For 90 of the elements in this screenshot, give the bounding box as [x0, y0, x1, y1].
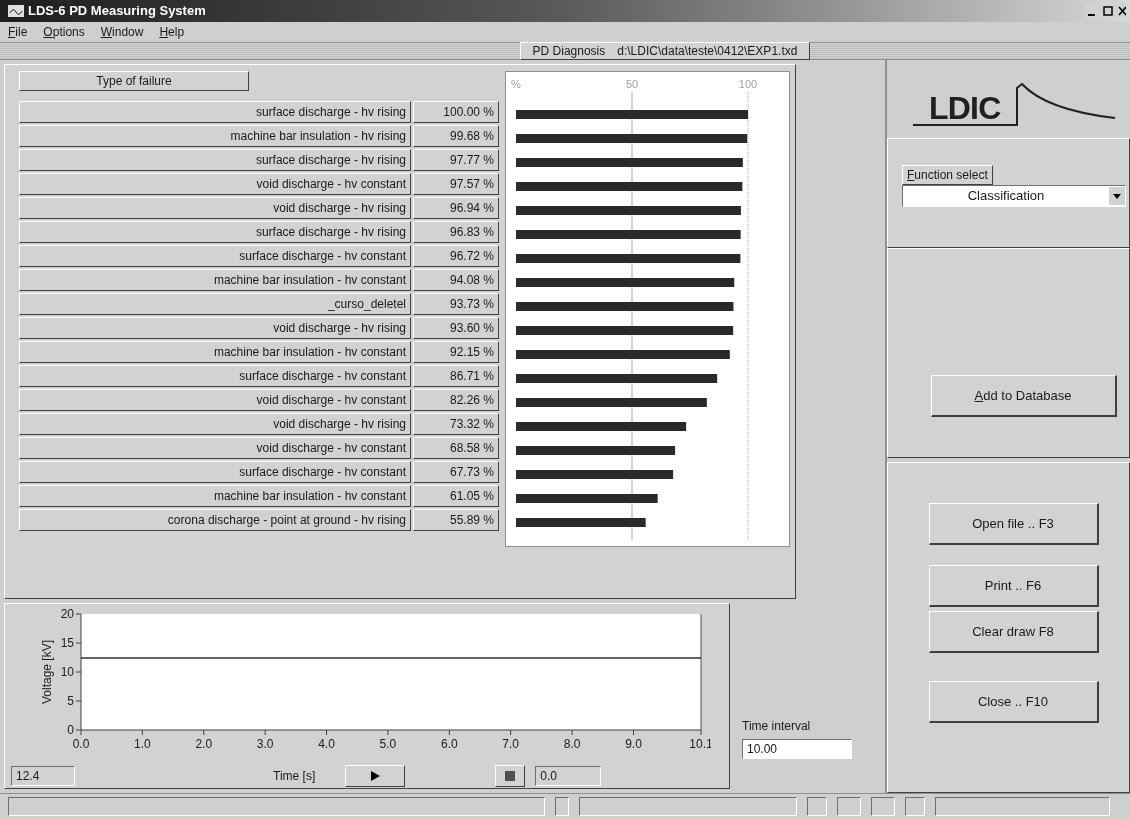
percent-cell: 55.89 % — [413, 509, 499, 531]
status-pane — [905, 797, 925, 816]
file-path: d:\LDIC\data\teste\0412\EXP1.txd — [617, 43, 798, 60]
tick-label: % — [511, 78, 521, 90]
failure-type-cell: void discharge - hv constant — [19, 173, 411, 195]
diagnosis-title: PD Diagnosis — [532, 43, 606, 60]
percent-cell: 93.73 % — [413, 293, 499, 315]
action-button[interactable]: Clear draw F8 — [928, 611, 1099, 653]
failure-type-cell: void discharge - hv rising — [19, 317, 411, 339]
percent-cell: 96.72 % — [413, 245, 499, 267]
add-database-button[interactable]: Add to Database — [930, 375, 1117, 417]
menu-item[interactable]: Options — [43, 23, 85, 41]
tick-label: 0.0 — [72, 737, 90, 751]
status-pane — [807, 797, 827, 816]
action-button[interactable]: Close .. F10 — [928, 681, 1099, 723]
failure-type-cell: machine bar insulation - hv constant — [19, 269, 411, 291]
tick-label: 9.0 — [625, 737, 642, 751]
failure-type-cell: void discharge - hv constant — [19, 437, 411, 459]
failure-type-cell: machine bar insulation - hv constant — [19, 341, 411, 363]
failure-type-cell: machine bar insulation - hv rising — [19, 125, 411, 147]
axis-label: Voltage [kV] — [40, 640, 54, 704]
decay-curve-icon — [1016, 82, 1117, 126]
action-button[interactable]: Print .. F6 — [928, 565, 1099, 607]
failure-type-cell: surface discharge - hv rising — [19, 101, 411, 123]
tick-label: 0 — [67, 723, 74, 737]
percent-cell: 92.15 % — [413, 341, 499, 363]
failure-type-cell: _curso_deletel — [19, 293, 411, 315]
failure-type-cell: surface discharge - hv constant — [19, 365, 411, 387]
tick-label: 6.0 — [440, 737, 458, 751]
tick-label: 7.0 — [502, 737, 520, 751]
percent-cell: 73.32 % — [413, 413, 499, 435]
tick-label: 1.0 — [134, 737, 151, 751]
column-header: Type of failure — [19, 71, 249, 91]
percent-cell: 68.58 % — [413, 437, 499, 459]
tick-label: 4.0 — [318, 737, 335, 751]
tick-label: 3.0 — [256, 737, 274, 751]
time-reading: 0.0 — [535, 766, 602, 786]
status-pane — [837, 797, 861, 816]
percent-cell: 93.60 % — [413, 317, 499, 339]
failure-type-cell: void discharge - hv constant — [19, 389, 411, 411]
status-pane — [555, 797, 569, 816]
percent-cell: 100.00 % — [413, 101, 499, 123]
tick-label: 5 — [67, 694, 74, 708]
percent-cell: 97.57 % — [413, 173, 499, 195]
tick-label: 100 — [738, 78, 758, 90]
menu-item[interactable]: Window — [100, 23, 144, 41]
failure-type-cell: machine bar insulation - hv constant — [19, 485, 411, 507]
stop-icon — [505, 771, 516, 781]
percent-cell: 96.83 % — [413, 221, 499, 243]
field-label: Function select — [902, 165, 993, 185]
action-button[interactable]: Open file .. F3 — [928, 503, 1099, 545]
percent-cell: 86.71 % — [413, 365, 499, 387]
tick-label: 8.0 — [563, 737, 581, 751]
menu-item[interactable]: Help — [159, 23, 185, 41]
time-interval-field[interactable]: 10.00 — [742, 739, 852, 759]
failure-type-cell: surface discharge - hv rising — [19, 149, 411, 171]
failure-type-cell: corona discharge - point at ground - hv rising — [19, 509, 411, 531]
close-icon[interactable] — [1117, 4, 1126, 18]
failure-type-cell: void discharge - hv rising — [19, 197, 411, 219]
tick-label: 2.0 — [195, 737, 213, 751]
play-button[interactable] — [345, 765, 406, 787]
percent-cell: 97.77 % — [413, 149, 499, 171]
tick-label: 15 — [60, 636, 74, 650]
failure-type-cell: surface discharge - hv constant — [19, 245, 411, 267]
failure-type-cell: void discharge - hv rising — [19, 413, 411, 435]
function-dropdown[interactable]: Classification — [902, 185, 1126, 207]
play-icon — [370, 771, 381, 781]
window-title: LDS-6 PD Measuring System — [28, 2, 206, 21]
percent-cell: 67.73 % — [413, 461, 499, 483]
time-interval-label: Time interval — [742, 718, 812, 735]
percent-cell: 94.08 % — [413, 269, 499, 291]
tick-label: 20 — [60, 607, 74, 621]
tick-label: 5.0 — [379, 737, 397, 751]
caret-icon — [1109, 187, 1125, 205]
percent-cell: 96.94 % — [413, 197, 499, 219]
app-icon — [8, 5, 24, 17]
tick-label: 10 — [60, 665, 74, 679]
failure-type-cell: surface discharge - hv constant — [19, 461, 411, 483]
failure-type-cell: surface discharge - hv rising — [19, 221, 411, 243]
tick-label: 50 — [625, 78, 639, 90]
stop-button[interactable] — [495, 765, 526, 787]
logo: LDIC — [913, 92, 1017, 126]
status-pane — [871, 797, 895, 816]
maximize-icon[interactable] — [1101, 4, 1115, 18]
percent-cell: 82.26 % — [413, 389, 499, 411]
percent-cell: 99.68 % — [413, 125, 499, 147]
percent-cell: 61.05 % — [413, 485, 499, 507]
axis-label: Time [s] — [273, 768, 316, 785]
menu-item[interactable]: File — [8, 23, 28, 41]
voltage-reading: 12.4 — [11, 766, 75, 786]
